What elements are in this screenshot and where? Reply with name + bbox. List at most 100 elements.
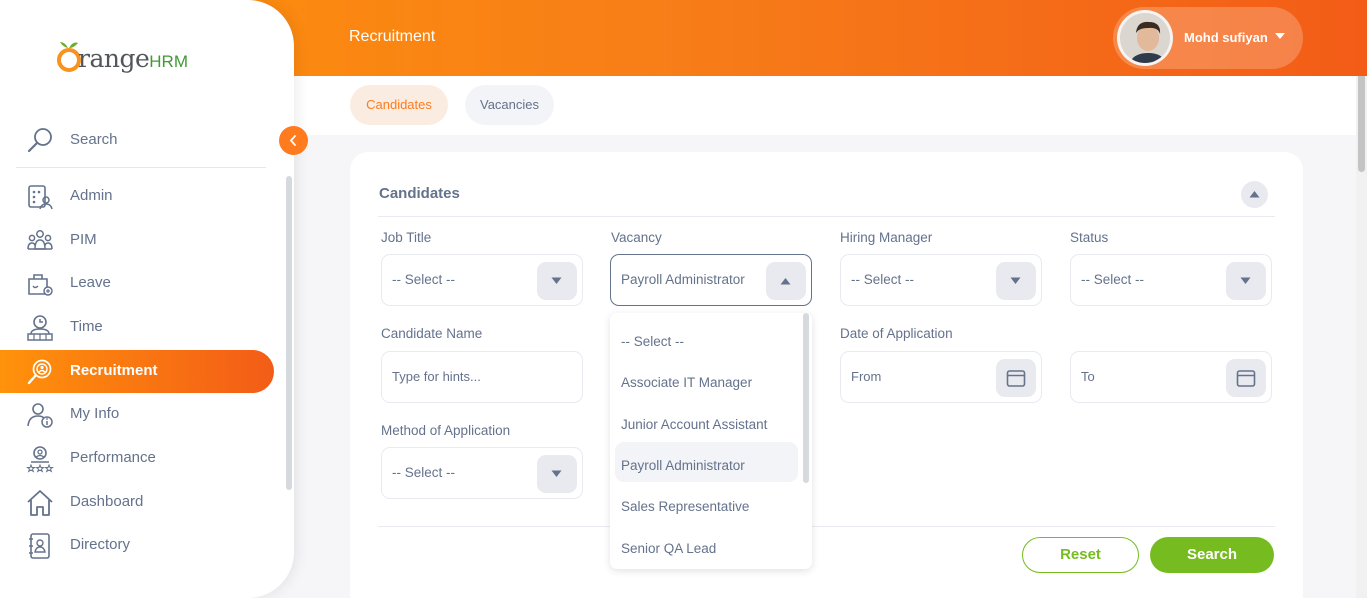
sidebar-item-label: Directory	[70, 536, 131, 553]
select-value: Payroll Administrator	[621, 272, 745, 287]
dropdown-option[interactable]: Sales Representative	[615, 483, 798, 523]
candidate-name-label: Candidate Name	[381, 326, 483, 341]
sidebar-item-my-info[interactable]: My Info	[0, 393, 274, 436]
sidebar-search-label: Search	[70, 131, 118, 148]
divider	[378, 216, 1275, 217]
input-placeholder: Type for hints...	[392, 369, 481, 384]
time-icon	[27, 315, 53, 341]
dropdown-scrollbar[interactable]	[803, 313, 809, 483]
dropdown-toggle[interactable]	[766, 262, 806, 300]
method-of-application-select[interactable]: -- Select --	[381, 447, 583, 499]
sidebar-item-directory[interactable]: Directory	[0, 524, 274, 567]
option-label: Junior Account Assistant	[621, 417, 768, 432]
caret-down-icon	[1275, 33, 1285, 39]
sidebar-item-label: Leave	[70, 274, 111, 291]
status-select[interactable]: -- Select --	[1070, 254, 1272, 306]
dropdown-option[interactable]: Senior QA Lead	[615, 525, 798, 565]
sidebar-item-label: My Info	[70, 405, 120, 422]
sidebar-item-admin[interactable]: Admin	[0, 175, 274, 218]
orangehrm-logo: rangeHRM	[56, 38, 196, 78]
dropdown-option[interactable]: -- Select --	[615, 318, 798, 358]
calendar-button[interactable]	[1226, 359, 1266, 397]
option-label: Senior QA Lead	[621, 541, 717, 556]
leave-icon	[28, 274, 53, 296]
user-name: Mohd sufiyan	[1184, 30, 1268, 45]
dropdown-option-highlighted[interactable]: Payroll Administrator	[615, 442, 798, 482]
vacancy-dropdown-list: -- Select -- Associate IT Manager Junior…	[610, 313, 812, 569]
collapse-filter-button[interactable]	[1241, 181, 1268, 208]
calendar-icon	[1236, 370, 1256, 387]
dropdown-toggle[interactable]	[996, 262, 1036, 300]
dropdown-toggle[interactable]	[1226, 262, 1266, 300]
select-value: -- Select --	[392, 465, 456, 480]
sidebar-item-performance[interactable]: Performance	[0, 437, 274, 480]
option-label: -- Select --	[621, 334, 685, 349]
date-to-input[interactable]: To	[1070, 351, 1272, 403]
dropdown-option[interactable]: Associate IT Manager	[615, 359, 798, 399]
sidebar-item-label: Dashboard	[70, 493, 144, 510]
option-label: Payroll Administrator	[621, 458, 745, 473]
sidebar-scrollbar[interactable]	[286, 176, 292, 490]
sidebar: rangeHRM Search Admin PIM Leave Time Rec…	[0, 0, 294, 598]
sidebar-item-leave[interactable]: Leave	[0, 262, 274, 305]
vacancy-select[interactable]: Payroll Administrator	[610, 254, 812, 306]
vacancy-label: Vacancy	[611, 230, 662, 245]
caret-down-icon	[551, 470, 562, 477]
sidebar-item-pim[interactable]: PIM	[0, 219, 274, 262]
divider	[378, 526, 1275, 527]
caret-down-icon	[551, 277, 562, 284]
dropdown-option[interactable]: Junior Account Assistant	[615, 401, 798, 441]
sidebar-item-label: PIM	[70, 231, 97, 248]
search-button[interactable]: Search	[1150, 537, 1274, 573]
select-value: -- Select --	[392, 272, 456, 287]
calendar-icon	[1006, 370, 1026, 387]
caret-down-icon	[1240, 277, 1251, 284]
date-of-application-label: Date of Application	[840, 326, 953, 341]
select-value: -- Select --	[851, 272, 915, 287]
status-label: Status	[1070, 230, 1109, 245]
recruitment-icon	[27, 359, 52, 385]
candidate-name-input[interactable]: Type for hints...	[381, 351, 583, 403]
admin-icon	[28, 185, 53, 210]
caret-up-icon	[780, 278, 791, 285]
option-label: Sales Representative	[621, 499, 750, 514]
sidebar-item-label: Performance	[70, 449, 156, 466]
method-of-application-label: Method of Application	[381, 423, 511, 438]
input-placeholder: From	[851, 369, 882, 384]
select-value: -- Select --	[1081, 272, 1145, 287]
caret-down-icon	[1010, 277, 1021, 284]
sidebar-item-time[interactable]: Time	[0, 306, 274, 349]
card-title: Candidates	[379, 185, 460, 202]
job-title-select[interactable]: -- Select --	[381, 254, 583, 306]
reset-button[interactable]: Reset	[1022, 537, 1139, 573]
dropdown-toggle[interactable]	[537, 455, 577, 493]
sidebar-item-recruitment[interactable]: Recruitment	[0, 350, 274, 393]
tab-candidates[interactable]: Candidates	[350, 85, 448, 125]
sidebar-item-label: Admin	[70, 187, 113, 204]
option-label: Associate IT Manager	[621, 375, 753, 390]
module-title: Recruitment	[349, 28, 436, 45]
user-menu[interactable]: Mohd sufiyan	[1113, 7, 1303, 69]
calendar-button[interactable]	[996, 359, 1036, 397]
caret-up-icon	[1249, 191, 1260, 198]
avatar	[1117, 10, 1173, 66]
sidebar-item-label: Recruitment	[70, 362, 158, 379]
sub-navigation: Candidates Vacancies	[294, 76, 1356, 135]
performance-icon	[26, 446, 54, 473]
job-title-label: Job Title	[381, 230, 432, 245]
sidebar-search[interactable]: Search	[16, 118, 266, 168]
directory-icon	[29, 533, 50, 559]
date-from-input[interactable]: From	[840, 351, 1042, 403]
sidebar-item-dashboard[interactable]: Dashboard	[0, 481, 274, 524]
sidebar-collapse-button[interactable]	[279, 126, 308, 155]
chevron-left-icon	[289, 135, 296, 146]
pim-icon	[27, 230, 53, 250]
dropdown-toggle[interactable]	[537, 262, 577, 300]
logo-suffix: HRM	[149, 52, 188, 71]
logo-text: range	[78, 44, 150, 73]
hiring-manager-select[interactable]: -- Select --	[840, 254, 1042, 306]
tab-vacancies[interactable]: Vacancies	[465, 85, 554, 125]
hiring-manager-label: Hiring Manager	[840, 230, 933, 245]
my-info-icon	[27, 403, 53, 428]
dashboard-icon	[27, 490, 53, 516]
